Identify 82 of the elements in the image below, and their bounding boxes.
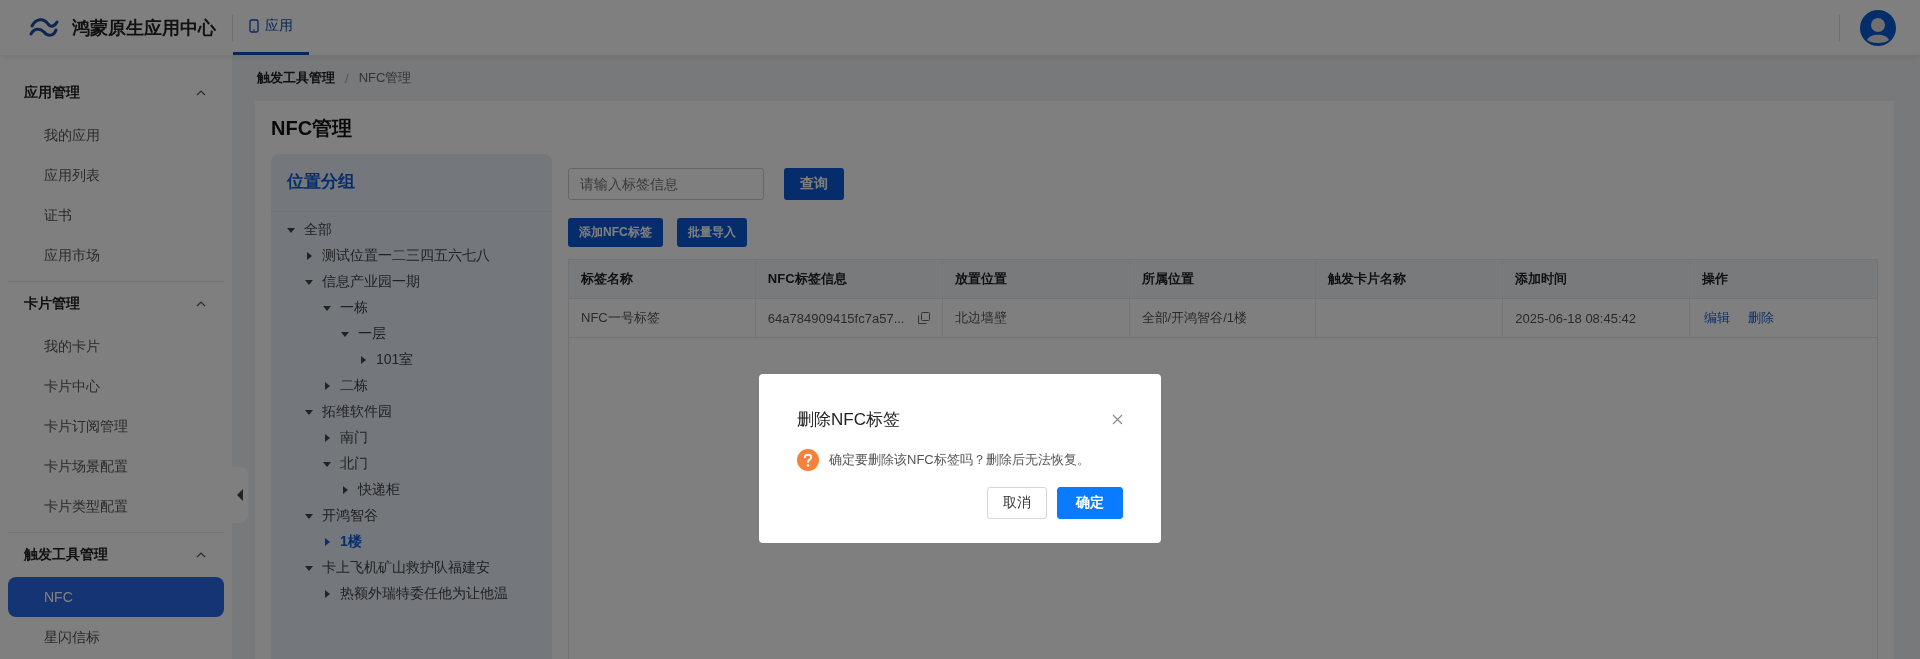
dialog-button[interactable]: 确定: [1057, 487, 1123, 519]
tree-node[interactable]: 一层: [271, 321, 552, 347]
menu-group[interactable]: 触发工具管理: [8, 533, 224, 577]
caret-icon: [323, 304, 331, 312]
tree-node[interactable]: 开鸿智谷: [271, 503, 552, 529]
caret-icon: [323, 538, 331, 546]
column-header: 触发卡片名称: [1316, 260, 1504, 298]
tree-panel-title: 位置分组: [271, 154, 552, 212]
menu-group[interactable]: 卡片管理: [8, 282, 224, 326]
menu-item[interactable]: NFC: [8, 577, 224, 617]
menu-group-title: 卡片管理: [24, 295, 80, 313]
tree-node[interactable]: 信息产业园一期: [271, 269, 552, 295]
column-header: 操作: [1701, 270, 1730, 288]
dialog-message: 确定要删除该NFC标签吗？删除后无法恢复。: [829, 451, 1090, 469]
caret-icon: [305, 512, 313, 520]
table-cell: 2025-06-18 08:45:42: [1515, 310, 1636, 326]
menu-item[interactable]: 证书: [8, 195, 224, 235]
caret-icon: [323, 434, 331, 442]
page-title: NFC管理: [271, 116, 354, 141]
action-button[interactable]: 添加NFC标签: [568, 218, 663, 247]
menu-item[interactable]: 应用列表: [8, 155, 224, 195]
tree-node[interactable]: 北门: [271, 451, 552, 477]
copy-icon[interactable]: [917, 312, 930, 324]
tree-node[interactable]: 全部: [271, 217, 552, 243]
caret-icon: [305, 564, 313, 572]
menu-item[interactable]: 我的应用: [8, 115, 224, 155]
breadcrumb-separator: /: [345, 70, 349, 86]
caret-icon: [305, 408, 313, 416]
action-button[interactable]: 批量导入: [676, 218, 747, 247]
phone-icon: [249, 19, 259, 33]
nav-tab[interactable]: 应用: [233, 0, 309, 55]
tree-node[interactable]: 1楼: [271, 529, 552, 555]
tree-node[interactable]: 拓维软件园: [271, 399, 552, 425]
tree-node[interactable]: 二栋: [271, 373, 552, 399]
tree-node[interactable]: 一栋: [271, 295, 552, 321]
caret-icon: [305, 278, 313, 286]
caret-icon: [359, 356, 367, 364]
breadcrumb-item[interactable]: 触发工具管理: [257, 69, 335, 87]
table-cell: 北边墙壁: [954, 309, 1007, 327]
menu-group[interactable]: 应用管理: [8, 71, 224, 115]
menu-item[interactable]: 卡片场景配置: [8, 446, 224, 486]
column-header: 添加时间: [1503, 260, 1691, 298]
tree-node[interactable]: 卡上飞机矿山救护队福建安: [271, 555, 552, 581]
breadcrumb-item: NFC管理: [358, 69, 412, 87]
table-link[interactable]: 编辑: [1704, 309, 1731, 327]
menu-item[interactable]: 卡片类型配置: [8, 486, 224, 526]
tree-node[interactable]: 测试位置一二三四五六七八: [271, 243, 552, 269]
tree-node[interactable]: 快递柜: [271, 477, 552, 503]
table-link[interactable]: 删除: [1748, 309, 1775, 327]
dialog-button[interactable]: 取消: [987, 487, 1047, 519]
dialog-title: 删除NFC标签: [797, 409, 900, 431]
menu-item[interactable]: 星闪信标: [8, 617, 224, 657]
column-header: NFC标签信息: [755, 260, 943, 298]
menu-group-title: 触发工具管理: [24, 546, 108, 564]
caret-icon: [323, 590, 331, 598]
menu-item[interactable]: 卡片中心: [8, 366, 224, 406]
caret-icon: [305, 252, 313, 260]
tree-node[interactable]: 热额外瑞特委任他为让他温: [271, 581, 552, 607]
menu-group-title: 应用管理: [24, 84, 80, 102]
menu-item[interactable]: 应用市场: [8, 235, 224, 275]
search-field[interactable]: 请输入标签信息: [568, 168, 764, 200]
table-cell: 64a784909415fc7a57...: [767, 310, 905, 326]
menu-item[interactable]: 我的卡片: [8, 326, 224, 366]
column-header: 标签名称: [569, 260, 756, 298]
caret-icon: [237, 489, 243, 501]
caret-icon: [341, 330, 349, 338]
menu-item[interactable]: 卡片订阅管理: [8, 406, 224, 446]
query-button[interactable]: 查询: [784, 168, 844, 200]
caret-icon: [341, 486, 349, 494]
table-cell: 全部/开鸿智谷/1楼: [1141, 309, 1248, 327]
column-header: 放置位置: [942, 260, 1130, 298]
avatar-icon[interactable]: [1860, 9, 1896, 46]
caret-icon: [323, 382, 331, 390]
caret-icon: [287, 226, 295, 234]
collapse-handle[interactable]: [232, 467, 248, 523]
app-title: 鸿蒙原生应用中心: [72, 16, 216, 40]
tree-node[interactable]: 101室: [271, 347, 552, 373]
close-icon[interactable]: [1112, 414, 1123, 425]
caret-icon: [323, 460, 331, 468]
question-icon: [797, 449, 819, 471]
tree-node[interactable]: 南门: [271, 425, 552, 451]
column-header: 所属位置: [1129, 260, 1317, 298]
